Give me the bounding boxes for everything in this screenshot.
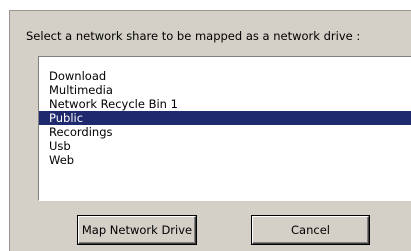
cancel-button[interactable]: Cancel bbox=[252, 216, 369, 244]
network-share-items: Download Multimedia Network Recycle Bin … bbox=[39, 69, 411, 167]
prompt-label: Select a network share to be mapped as a… bbox=[26, 29, 361, 43]
list-item-public[interactable]: Public bbox=[39, 111, 411, 125]
list-item-web[interactable]: Web bbox=[39, 153, 411, 167]
network-share-list[interactable]: Download Multimedia Network Recycle Bin … bbox=[38, 56, 411, 201]
list-item-multimedia[interactable]: Multimedia bbox=[39, 83, 411, 97]
list-item-usb[interactable]: Usb bbox=[39, 139, 411, 153]
list-item-recordings[interactable]: Recordings bbox=[39, 125, 411, 139]
map-network-drive-button[interactable]: Map Network Drive bbox=[78, 216, 196, 244]
list-item-download[interactable]: Download bbox=[39, 69, 411, 83]
dialog-panel: Select a network share to be mapped as a… bbox=[9, 10, 411, 251]
list-item-network-recycle-bin[interactable]: Network Recycle Bin 1 bbox=[39, 97, 411, 111]
